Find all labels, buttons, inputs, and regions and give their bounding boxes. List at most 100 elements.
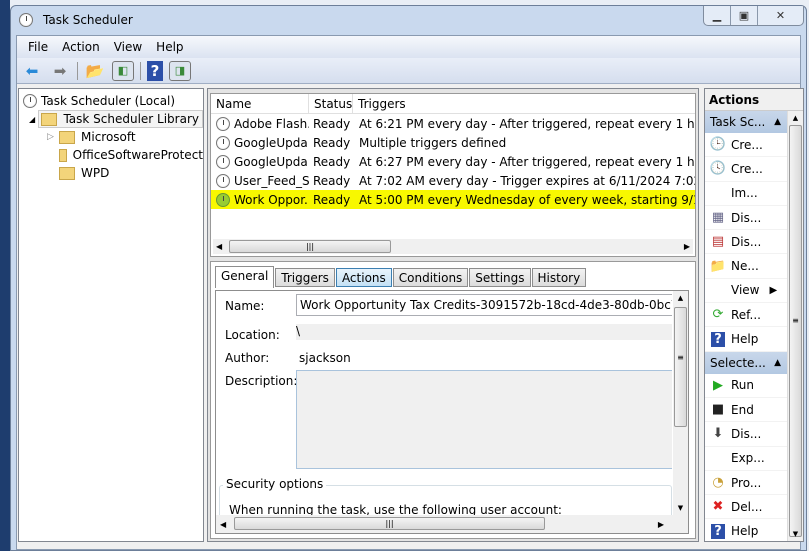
tree-node-library[interactable]: ◢ Task Scheduler Library bbox=[19, 110, 203, 128]
action-label: Cre... bbox=[731, 137, 763, 152]
folder-icon bbox=[59, 130, 75, 144]
menu-action[interactable]: Action bbox=[55, 40, 107, 54]
minimize-button[interactable]: ▁ bbox=[704, 6, 731, 25]
action-item[interactable]: ⟳ Ref... bbox=[705, 303, 787, 328]
task-name: GoogleUpda... bbox=[234, 154, 309, 169]
menu-bar: File Action View Help bbox=[17, 36, 800, 58]
scroll-left-icon[interactable]: ◀ bbox=[213, 242, 222, 251]
action-item[interactable]: 🕓 Cre... bbox=[705, 157, 787, 182]
action-label: Del... bbox=[731, 499, 763, 514]
table-row[interactable]: Adobe Flash... Ready At 6:21 PM every day … bbox=[211, 114, 695, 133]
expanded-arrow-icon[interactable]: ◢ bbox=[29, 115, 38, 124]
column-header-status[interactable]: Status bbox=[309, 94, 353, 113]
table-row[interactable]: GoogleUpda... Ready At 6:27 PM every day -… bbox=[211, 152, 695, 171]
description-label: Description: bbox=[225, 374, 298, 388]
scrollbar-thumb[interactable]: ≡ bbox=[674, 307, 687, 427]
tab-general[interactable]: General bbox=[215, 266, 275, 288]
show-hide-action-pane-icon[interactable]: ◨ bbox=[169, 60, 191, 81]
task-status: Ready bbox=[313, 135, 351, 150]
toolbar: ⬅ ➡ 📂 ◧ ? ◨ bbox=[17, 58, 800, 84]
menu-file[interactable]: File bbox=[21, 40, 55, 54]
tree-label: Task Scheduler Library bbox=[63, 112, 199, 126]
column-header-name[interactable]: Name bbox=[211, 94, 309, 113]
scrollbar-thumb[interactable]: ||| bbox=[234, 517, 545, 530]
task-details: General Triggers Actions Conditions Sett… bbox=[210, 261, 696, 539]
action-item[interactable]: 🕒 Cre... bbox=[705, 133, 787, 158]
table-row[interactable]: Work Oppor... Ready At 5:00 PM every Wedne… bbox=[211, 190, 695, 209]
list-horizontal-scrollbar[interactable]: ◀ ||| ▶ bbox=[213, 239, 693, 254]
action-item[interactable]: ? Help bbox=[705, 327, 787, 352]
task-clock-icon bbox=[216, 173, 230, 188]
task-clock-icon bbox=[216, 154, 230, 169]
close-button[interactable]: ✕ bbox=[758, 6, 803, 25]
actions-vertical-scrollbar[interactable]: ▲ ≡ ▼ bbox=[787, 111, 803, 541]
menu-help[interactable]: Help bbox=[149, 40, 190, 54]
tree-node-root[interactable]: Task Scheduler (Local) bbox=[19, 92, 203, 110]
tab-history[interactable]: History bbox=[531, 268, 587, 287]
app-clock-icon bbox=[19, 13, 33, 27]
section-task-scheduler[interactable]: Task Sc... bbox=[705, 111, 787, 133]
table-row[interactable]: GoogleUpda... Ready Multiple triggers defi… bbox=[211, 133, 695, 152]
navigation-tree: Task Scheduler (Local) ◢ Task Scheduler L… bbox=[18, 88, 204, 542]
tree-node-wpd[interactable]: WPD bbox=[19, 164, 203, 182]
location-value: \ bbox=[296, 324, 672, 340]
name-label: Name: bbox=[225, 299, 265, 313]
action-item[interactable]: ▤ Dis... bbox=[705, 230, 787, 255]
action-item[interactable]: ◔ Pro... bbox=[705, 471, 787, 496]
menu-view[interactable]: View bbox=[107, 40, 149, 54]
back-icon[interactable]: ⬅ bbox=[21, 61, 43, 81]
author-label: Author: bbox=[225, 351, 270, 365]
submenu-arrow-icon: ▶ bbox=[769, 284, 778, 296]
action-label: Im... bbox=[731, 186, 758, 201]
table-row[interactable]: User_Feed_S... Ready At 7:02 AM every day … bbox=[211, 171, 695, 190]
help-icon[interactable]: ? bbox=[147, 60, 163, 81]
task-scheduler-window: Task Scheduler ▁ ▣ ✕ File Action View He… bbox=[10, 5, 807, 551]
scrollbar-thumb[interactable]: ≡ bbox=[789, 125, 802, 537]
details-horizontal-scrollbar[interactable]: ◀ ||| ▶ bbox=[216, 515, 688, 533]
title-bar[interactable]: Task Scheduler ▁ ▣ ✕ bbox=[11, 6, 806, 34]
action-label: Help bbox=[731, 332, 759, 347]
general-tab-content: Name: Work Opportunity Tax Credits-30915… bbox=[215, 290, 689, 534]
up-folder-icon[interactable]: 📂 bbox=[84, 61, 106, 81]
name-field[interactable]: Work Opportunity Tax Credits-3091572b-18… bbox=[296, 294, 672, 316]
display-history-icon: ▤ bbox=[711, 234, 725, 250]
tab-actions[interactable]: Actions bbox=[335, 268, 392, 287]
action-label: Ne... bbox=[731, 259, 759, 274]
maximize-button[interactable]: ▣ bbox=[731, 6, 758, 25]
scrollbar-thumb[interactable]: ||| bbox=[229, 240, 391, 253]
delete-icon: ✖ bbox=[712, 499, 724, 515]
tree-label: WPD bbox=[81, 166, 110, 180]
tree-node-microsoft[interactable]: ▷ Microsoft bbox=[19, 128, 203, 146]
end-icon: ■ bbox=[711, 402, 725, 418]
description-field[interactable] bbox=[296, 370, 672, 469]
run-icon: ▶ bbox=[713, 377, 723, 393]
details-vertical-scrollbar[interactable]: ▲ ≡ ▼ bbox=[673, 291, 688, 515]
collapsed-arrow-icon[interactable]: ▷ bbox=[47, 132, 59, 142]
center-pane: Name Status Triggers Adobe Flash... Ready… bbox=[207, 88, 699, 542]
action-item[interactable]: Im... bbox=[705, 182, 787, 206]
tab-triggers[interactable]: Triggers bbox=[275, 268, 335, 287]
action-item[interactable]: ▶ Run bbox=[705, 374, 787, 398]
new-folder-icon: 📁 bbox=[709, 258, 727, 274]
tab-conditions[interactable]: Conditions bbox=[392, 268, 469, 287]
folder-clock-icon bbox=[41, 112, 58, 126]
action-item[interactable]: Exp... bbox=[705, 447, 787, 471]
tree-label: OfficeSoftwareProtect bbox=[72, 148, 203, 162]
tree-node-officesoftwareprotect[interactable]: OfficeSoftwareProtect bbox=[19, 146, 203, 164]
task-clock-icon bbox=[216, 192, 230, 207]
show-hide-tree-icon[interactable]: ◧ bbox=[112, 60, 134, 81]
action-item[interactable]: ⬇ Dis... bbox=[705, 422, 787, 447]
forward-icon[interactable]: ➡ bbox=[49, 61, 71, 81]
tab-settings[interactable]: Settings bbox=[469, 268, 531, 287]
scroll-right-icon[interactable]: ▶ bbox=[684, 242, 690, 251]
action-item[interactable]: ■ End bbox=[705, 398, 787, 423]
action-item[interactable]: ▦ Dis... bbox=[705, 206, 787, 231]
action-item[interactable]: ✖ Del... bbox=[705, 495, 787, 520]
toolbar-separator bbox=[77, 61, 78, 80]
section-selected-item[interactable]: Selecte... bbox=[705, 351, 787, 374]
column-header-triggers[interactable]: Triggers bbox=[353, 94, 695, 113]
action-item[interactable]: View ▶ bbox=[705, 279, 787, 304]
action-item[interactable]: 📁 Ne... bbox=[705, 254, 787, 279]
action-item[interactable]: ? Help bbox=[705, 519, 787, 544]
task-clock-icon bbox=[216, 116, 230, 131]
